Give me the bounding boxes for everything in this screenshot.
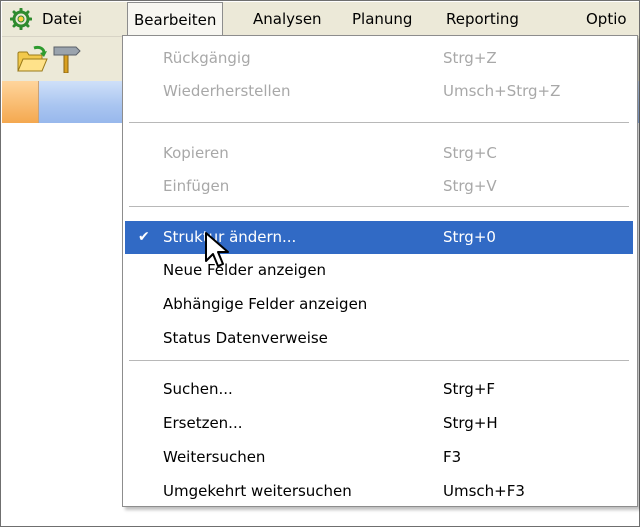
menu-item-umgekehrt-weitersuchen[interactable]: Umgekehrt weitersuchen Umsch+F3 xyxy=(125,475,633,508)
menu-planung[interactable]: Planung xyxy=(346,2,418,36)
menu-item-wiederherstellen[interactable]: Wiederherstellen Umsch+Strg+Z xyxy=(125,75,633,108)
menu-separator xyxy=(129,206,629,207)
menu-reporting[interactable]: Reporting xyxy=(440,2,525,36)
app-logo-icon xyxy=(10,8,32,30)
menu-analysen[interactable]: Analysen xyxy=(247,2,328,36)
menu-datei[interactable]: Datei xyxy=(36,2,88,36)
menu-item-suchen[interactable]: Suchen... Strg+F xyxy=(125,373,633,406)
menu-item-label: Suchen... xyxy=(163,380,233,398)
menu-item-neue-felder-anzeigen[interactable]: Neue Felder anzeigen xyxy=(125,254,633,287)
menu-item-status-datenverweise[interactable]: Status Datenverweise xyxy=(125,322,633,355)
menu-options[interactable]: Optio xyxy=(580,2,633,36)
mouse-cursor-icon xyxy=(205,232,229,267)
menu-item-einfuegen[interactable]: Einfügen Strg+V xyxy=(125,170,633,203)
menu-separator xyxy=(129,122,629,123)
open-folder-icon[interactable] xyxy=(16,45,48,73)
header-marker xyxy=(2,81,39,123)
menu-item-shortcut: Strg+Z xyxy=(443,49,497,67)
menu-item-shortcut: Strg+0 xyxy=(443,228,496,246)
menu-item-label: Umgekehrt weitersuchen xyxy=(163,482,352,500)
menu-item-weitersuchen[interactable]: Weitersuchen F3 xyxy=(125,441,633,474)
menu-item-shortcut: Strg+F xyxy=(443,380,496,398)
menu-item-rueckgaengig[interactable]: Rückgängig Strg+Z xyxy=(125,42,633,75)
menu-item-label: Status Datenverweise xyxy=(163,329,328,347)
menu-item-shortcut: F3 xyxy=(443,448,462,466)
menu-item-label: Wiederherstellen xyxy=(163,82,291,100)
menu-item-ersetzen[interactable]: Ersetzen... Strg+H xyxy=(125,407,633,440)
menu-item-label: Kopieren xyxy=(163,144,229,162)
menu-bar: Datei Bearbeiten Analysen Planung Report… xyxy=(2,2,639,37)
menu-item-label: Ersetzen... xyxy=(163,414,243,432)
menu-item-label: Einfügen xyxy=(163,177,230,195)
menu-item-kopieren[interactable]: Kopieren Strg+C xyxy=(125,137,633,170)
menu-item-shortcut: Strg+H xyxy=(443,414,498,432)
menu-item-label: Weitersuchen xyxy=(163,448,266,466)
menu-item-shortcut: Umsch+Strg+Z xyxy=(443,82,561,100)
menu-bearbeiten[interactable]: Bearbeiten xyxy=(127,2,224,37)
menu-item-shortcut: Strg+C xyxy=(443,144,497,162)
menu-item-abhaengige-felder-anzeigen[interactable]: Abhängige Felder anzeigen xyxy=(125,288,633,321)
menu-item-label: Neue Felder anzeigen xyxy=(163,261,327,279)
menu-item-struktur-aendern[interactable]: ✔ Struktur ändern... Strg+0 xyxy=(125,221,633,254)
menu-item-shortcut: Umsch+F3 xyxy=(443,482,525,500)
bearbeiten-dropdown-menu: Rückgängig Strg+Z Wiederherstellen Umsch+St… xyxy=(122,35,638,507)
menu-item-shortcut: Strg+V xyxy=(443,177,497,195)
signpost-icon[interactable] xyxy=(50,45,82,73)
menu-separator xyxy=(129,360,629,361)
menu-item-label: Rückgängig xyxy=(163,49,251,67)
menu-item-label: Abhängige Felder anzeigen xyxy=(163,295,368,313)
checkmark-icon: ✔ xyxy=(138,229,150,245)
